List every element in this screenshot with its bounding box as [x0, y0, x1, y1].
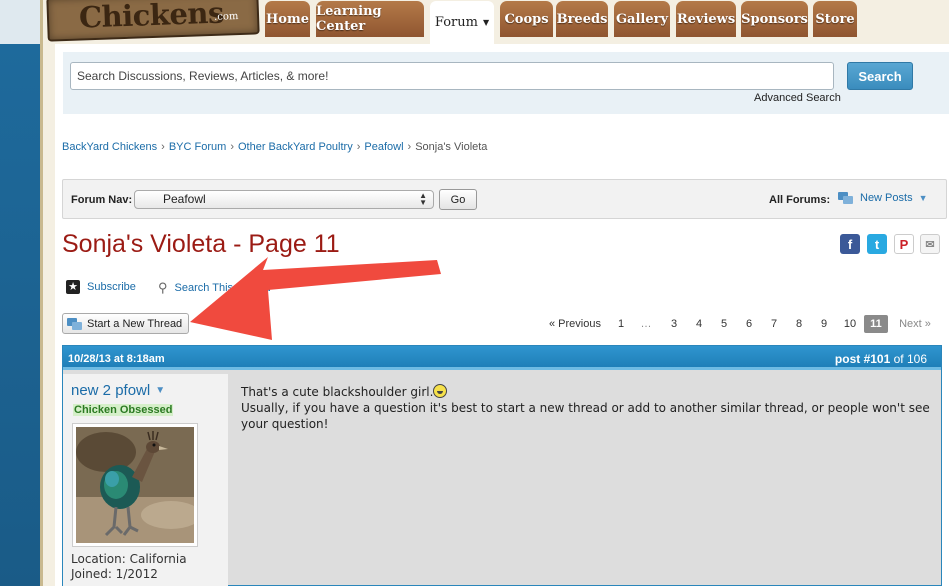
- chat-bubbles-icon: [838, 192, 854, 204]
- nav-tab-breeds[interactable]: Breeds: [556, 1, 608, 37]
- post-text-line: That's a cute blackshoulder girl.: [241, 385, 434, 399]
- pagination-page[interactable]: 10: [839, 315, 861, 333]
- nav-tab-label: Sponsors: [741, 11, 808, 27]
- post-body: That's a cute blackshoulder girl. Usuall…: [241, 384, 931, 432]
- breadcrumb-current: Sonja's Violeta: [415, 141, 488, 153]
- star-icon: ★: [66, 280, 80, 294]
- pagination-page[interactable]: 4: [692, 315, 706, 333]
- go-button[interactable]: Go: [439, 189, 477, 210]
- page-background-left: [0, 0, 40, 586]
- search-thread-label: Search This Thread: [174, 282, 271, 294]
- username: new 2 pfowl: [71, 382, 151, 399]
- pagination-ellipsis: …: [640, 318, 652, 330]
- nav-tab-label: Gallery: [615, 11, 669, 27]
- user-joined: Joined: 1/2012: [71, 567, 158, 581]
- chevron-down-icon: ▼: [918, 193, 928, 203]
- pagination-page[interactable]: 9: [817, 315, 831, 333]
- nav-tab-sponsors[interactable]: Sponsors: [741, 1, 808, 37]
- pagination-current-page: 11: [864, 315, 888, 333]
- pagination-page[interactable]: 7: [767, 315, 781, 333]
- search-input[interactable]: [70, 62, 834, 90]
- peacock-avatar-image: [76, 427, 194, 543]
- breadcrumb-separator: ›: [356, 141, 361, 153]
- post-text-line: Usually, if you have a question it's bes…: [241, 401, 930, 431]
- breadcrumb-link[interactable]: Peafowl: [364, 141, 403, 153]
- user-location: Location: California: [71, 552, 187, 566]
- post-total: of 106: [893, 352, 927, 366]
- breadcrumb-separator: ›: [161, 141, 165, 153]
- nav-tab-reviews[interactable]: Reviews: [676, 1, 736, 37]
- twitter-share-icon[interactable]: t: [867, 234, 887, 254]
- facebook-share-icon[interactable]: f: [840, 234, 860, 254]
- pinterest-share-icon[interactable]: P: [894, 234, 914, 254]
- nav-tab-store[interactable]: Store: [813, 1, 857, 37]
- advanced-search-link[interactable]: Advanced Search: [754, 92, 841, 104]
- pagination-previous[interactable]: « Previous: [547, 315, 603, 333]
- breadcrumb-link[interactable]: BYC Forum: [169, 141, 226, 153]
- nav-tab-learning-center[interactable]: Learning Center: [316, 1, 424, 37]
- pagination-page[interactable]: 5: [717, 315, 731, 333]
- page-wrapper: Chickens .com Home Learning Center Forum…: [40, 0, 949, 586]
- search-icon: ⚲: [158, 280, 168, 295]
- post-header: 10/28/13 at 8:18am post #101 of 106: [63, 346, 941, 370]
- logo-suffix: .com: [213, 11, 239, 23]
- pagination-next: Next »: [899, 318, 931, 330]
- post-number-link[interactable]: post #101: [835, 352, 890, 366]
- subscribe-label: Subscribe: [87, 281, 136, 293]
- site-logo[interactable]: Chickens .com: [46, 0, 260, 42]
- nav-tab-coops[interactable]: Coops: [500, 1, 553, 37]
- forum-post: 10/28/13 at 8:18am post #101 of 106 new …: [62, 345, 942, 586]
- avatar[interactable]: [72, 423, 198, 547]
- breadcrumb-separator: ›: [230, 141, 234, 153]
- pagination-page[interactable]: 6: [742, 315, 756, 333]
- pagination-page[interactable]: 8: [792, 315, 806, 333]
- nav-tab-label: Store: [815, 11, 855, 27]
- user-title-badge: Chicken Obsessed: [73, 404, 174, 416]
- nav-tab-label: Forum: [434, 15, 478, 30]
- post-author-sidebar: new 2 pfowl ▼ Chicken Obsessed Location:…: [63, 374, 228, 586]
- search-button[interactable]: Search: [847, 62, 913, 90]
- breadcrumb-link[interactable]: Other BackYard Poultry: [238, 141, 353, 153]
- smiley-icon: [433, 384, 448, 398]
- pagination-page[interactable]: 3: [667, 315, 681, 333]
- email-share-icon[interactable]: ✉: [920, 234, 940, 254]
- search-thread-link[interactable]: ⚲ Search This Thread: [158, 280, 271, 296]
- logo-text: Chickens: [78, 0, 225, 35]
- post-date: 10/28/13 at 8:18am: [68, 353, 165, 365]
- nav-tab-forum[interactable]: Forum ▼: [430, 1, 494, 44]
- post-author[interactable]: new 2 pfowl ▼: [71, 382, 165, 399]
- forum-nav-label: Forum Nav:: [71, 194, 133, 206]
- forum-nav-bar: Forum Nav: Peafowl ▲ ▼ Go All Forums: New…: [62, 179, 947, 219]
- subscribe-link[interactable]: ★ Subscribe: [66, 280, 136, 294]
- nav-tab-label: Learning Center: [316, 4, 382, 34]
- breadcrumb-separator: ›: [407, 141, 412, 153]
- search-area: Search Advanced Search: [63, 52, 949, 114]
- forum-nav-select[interactable]: Peafowl ▲ ▼: [134, 190, 434, 209]
- new-posts-link[interactable]: New Posts ▼: [838, 192, 928, 204]
- nav-tab-label: Breeds: [556, 11, 608, 27]
- pagination-page[interactable]: 1: [614, 315, 628, 333]
- pagination: « Previous 1 … 3 4 5 6 7 8 9 10 11 Next …: [55, 315, 949, 333]
- thread-title: Sonja's Violeta - Page 11: [62, 230, 340, 258]
- nav-tab-label: Reviews: [676, 11, 736, 27]
- site-header: Chickens .com Home Learning Center Forum…: [43, 0, 949, 44]
- breadcrumb: BackYard Chickens › BYC Forum › Other Back…: [62, 141, 487, 153]
- all-forums-label: All Forums:: [769, 194, 831, 206]
- caret-down-icon: ▼: [482, 18, 490, 27]
- nav-tab-label: Home: [266, 11, 309, 27]
- nav-tab-home[interactable]: Home: [265, 1, 310, 37]
- chevron-down-icon: ▼: [155, 385, 166, 396]
- forum-nav-selected: Peafowl: [163, 192, 206, 206]
- post-number: post #101 of 106: [835, 352, 927, 366]
- new-posts-label: New Posts: [860, 192, 913, 204]
- main-content: Search Advanced Search BackYard Chickens…: [55, 44, 949, 586]
- select-arrows-icon: ▲ ▼: [419, 191, 427, 207]
- nav-tab-label: Coops: [504, 11, 549, 27]
- breadcrumb-link[interactable]: BackYard Chickens: [62, 141, 157, 153]
- nav-tab-gallery[interactable]: Gallery: [614, 1, 670, 37]
